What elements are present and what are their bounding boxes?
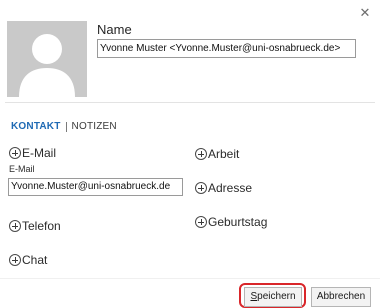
add-geburtstag-label: Geburtstag xyxy=(208,215,268,229)
name-field[interactable]: Yvonne Muster <Yvonne.Muster@uni-osnabru… xyxy=(97,39,356,58)
add-chat-label: Chat xyxy=(22,253,48,267)
plus-circle-icon xyxy=(195,216,207,228)
add-email-label: E-Mail xyxy=(22,146,57,160)
add-arbeit-label: Arbeit xyxy=(208,147,240,161)
cancel-button[interactable]: Abbrechen xyxy=(311,287,371,307)
add-email-button[interactable]: E-Mail xyxy=(9,146,56,160)
plus-circle-icon xyxy=(195,148,207,160)
email-field[interactable]: Yvonne.Muster@uni-osnabrueck.de xyxy=(8,178,183,196)
save-label-rest: peichern xyxy=(257,291,296,302)
plus-circle-icon xyxy=(9,147,21,159)
close-button[interactable]: ✕ xyxy=(356,5,374,21)
plus-circle-icon xyxy=(9,220,21,232)
add-arbeit-button[interactable]: Arbeit xyxy=(195,147,239,161)
tab-kontakt[interactable]: KONTAKT xyxy=(11,121,61,132)
divider xyxy=(5,102,375,103)
save-button[interactable]: Speichern xyxy=(244,287,302,307)
plus-circle-icon xyxy=(9,254,21,266)
avatar[interactable] xyxy=(7,21,87,97)
name-label: Name xyxy=(97,22,132,37)
tab-divider xyxy=(65,121,67,132)
person-silhouette-icon xyxy=(7,21,87,97)
close-icon: ✕ xyxy=(359,5,371,20)
email-field-label: E-Mail xyxy=(9,164,35,174)
add-telefon-label: Telefon xyxy=(22,219,61,233)
tab-notizen[interactable]: NOTIZEN xyxy=(72,121,117,132)
add-geburtstag-button[interactable]: Geburtstag xyxy=(195,215,267,229)
tab-bar: KONTAKT NOTIZEN xyxy=(11,121,117,132)
add-adresse-button[interactable]: Adresse xyxy=(195,181,252,195)
add-telefon-button[interactable]: Telefon xyxy=(9,219,61,233)
footer-divider xyxy=(0,278,380,279)
add-adresse-label: Adresse xyxy=(208,181,253,195)
add-chat-button[interactable]: Chat xyxy=(9,253,47,267)
plus-circle-icon xyxy=(195,182,207,194)
